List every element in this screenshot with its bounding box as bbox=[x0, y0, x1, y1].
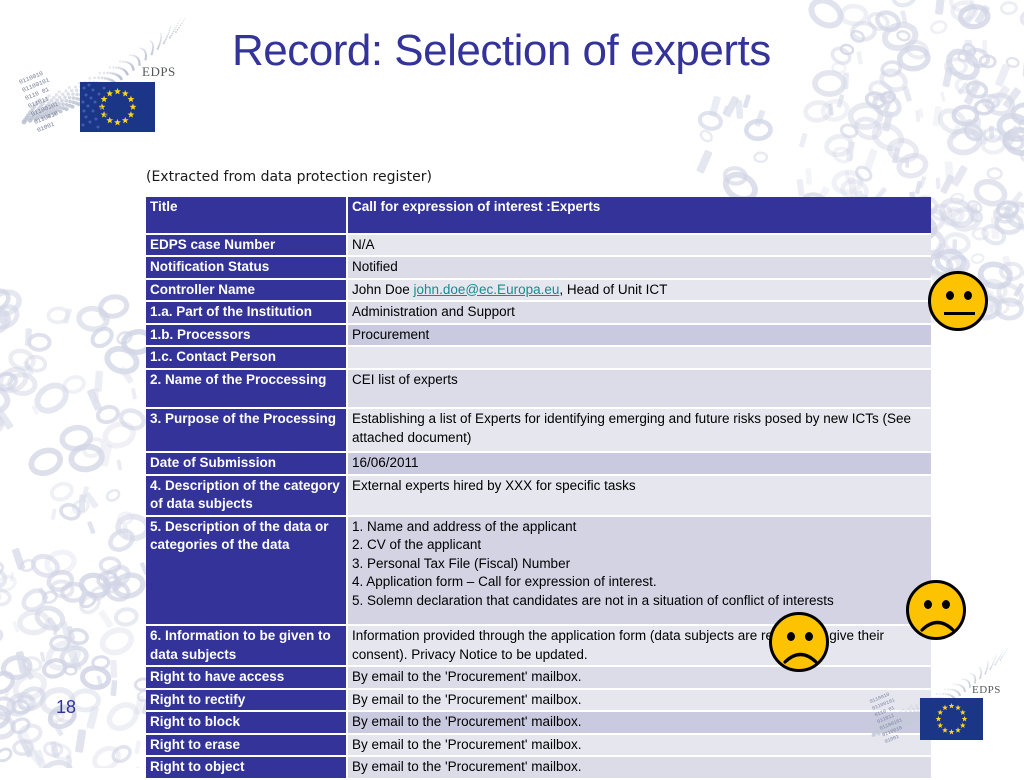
table-row: Notification Status Notified bbox=[146, 256, 931, 280]
table-row: Title Call for expression of interest :Ex… bbox=[146, 197, 931, 235]
edps-wordmark-top: EDPS bbox=[142, 64, 176, 79]
sad-face-left-eye-1 bbox=[787, 632, 795, 641]
row-label: Right to erase bbox=[146, 733, 348, 757]
row-label: 2. Name of the Proccessing bbox=[146, 368, 348, 409]
sad-face-mouth-2 bbox=[920, 620, 955, 632]
row-label: Right to rectify bbox=[146, 688, 348, 712]
row-value: N/A bbox=[347, 233, 931, 257]
page-number: 18 bbox=[56, 697, 77, 717]
table-row: 1.c. Contact Person bbox=[146, 346, 931, 370]
table-row: 1.b. Processors Procurement bbox=[146, 323, 931, 347]
record-table: Title Call for expression of interest :Ex… bbox=[146, 197, 931, 780]
row-value: By email to the 'Procurement' mailbox. bbox=[347, 666, 931, 690]
row-label: EDPS case Number bbox=[146, 233, 348, 257]
neutral-face-icon bbox=[928, 271, 988, 331]
value-line: 1. Name and address of the applicant bbox=[352, 518, 577, 534]
value-line: 5. Solemn declaration that candidates ar… bbox=[352, 592, 834, 608]
row-value: John Doe john.doe@ec.Europa.eu, Head of … bbox=[347, 278, 931, 302]
row-label: 6. Information to be given to data subje… bbox=[146, 625, 348, 667]
eu-flag-top bbox=[80, 82, 155, 132]
row-value: 16/06/2011 bbox=[347, 452, 931, 476]
page-title: Record: Selection of experts bbox=[232, 26, 771, 75]
table-row: Right to block By email to the 'Procureme… bbox=[146, 711, 931, 735]
row-label: Right to object bbox=[146, 756, 348, 780]
row-label: 1.a. Part of the Institution bbox=[146, 301, 348, 325]
row-value: Establishing a list of Experts for ident… bbox=[347, 408, 931, 453]
row-value bbox=[347, 346, 931, 370]
row-label: 1.c. Contact Person bbox=[146, 346, 348, 370]
eu-flag-bottom bbox=[920, 698, 983, 740]
table-row: EDPS case Number N/A bbox=[146, 233, 931, 257]
row-value: Procurement bbox=[347, 323, 931, 347]
subtitle-extracted-from: (Extracted from data protection register… bbox=[146, 169, 432, 185]
table-row: Controller Name John Doe john.doe@ec.Euro… bbox=[146, 278, 931, 302]
neutral-face-left-eye bbox=[946, 291, 954, 300]
row-label: Right to block bbox=[146, 711, 348, 735]
row-value: Call for expression of interest :Experts bbox=[347, 197, 931, 235]
value-line: 4. Application form – Call for expressio… bbox=[352, 574, 657, 589]
row-value: Information provided through the applica… bbox=[347, 625, 931, 667]
row-label: Notification Status bbox=[146, 256, 348, 280]
row-value: Notified bbox=[347, 256, 931, 280]
edps-wordmark-bottom: EDPS bbox=[972, 684, 1001, 696]
table-row: Right to rectify By email to the 'Procure… bbox=[146, 688, 931, 712]
row-value: By email to the 'Procurement' mailbox. bbox=[347, 711, 931, 735]
table-row: 5. Description of the data or categories… bbox=[146, 515, 931, 626]
row-label: 1.b. Processors bbox=[146, 323, 348, 347]
value-line-list: 1. Name and address of the applicant 2. C… bbox=[352, 518, 928, 611]
table-row: Right to have access By email to the 'Pro… bbox=[146, 666, 931, 690]
sad-face-mouth-1 bbox=[783, 652, 818, 664]
sad-face-left-eye-2 bbox=[924, 600, 932, 609]
row-label: Date of Submission bbox=[146, 452, 348, 476]
edps-logo-bottom: 0110010 01100101 0110 01 011011 01100101 0110… bbox=[862, 638, 1012, 750]
value-line: 2. CV of the applicant bbox=[352, 537, 482, 552]
table-row: 4. Description of the category of data s… bbox=[146, 474, 931, 517]
sad-face-icon-left bbox=[769, 612, 829, 672]
controller-email-link[interactable]: john.doe@ec.Europa.eu bbox=[414, 282, 560, 297]
row-value: By email to the 'Procurement' mailbox. bbox=[347, 756, 931, 780]
row-label: Title bbox=[146, 197, 348, 235]
table-row: 3. Purpose of the Processing Establishing… bbox=[146, 408, 931, 453]
neutral-face-mouth bbox=[944, 312, 975, 315]
table-row: 1.a. Part of the Institution Administrati… bbox=[146, 301, 931, 325]
table-row: Date of Submission 16/06/2011 bbox=[146, 452, 931, 476]
table-row: Right to object By email to the 'Procurem… bbox=[146, 756, 931, 780]
table-row: Right to erase By email to the 'Procureme… bbox=[146, 733, 931, 757]
value-line: 3. Personal Tax File (Fiscal) Number bbox=[352, 555, 571, 571]
row-value: CEI list of experts bbox=[347, 368, 931, 409]
sad-face-right-eye-2 bbox=[942, 600, 950, 609]
row-value: By email to the 'Procurement' mailbox. bbox=[347, 688, 931, 712]
neutral-face-right-eye bbox=[964, 291, 972, 300]
row-label: 3. Purpose of the Processing bbox=[146, 408, 348, 453]
row-value: External experts hired by XXX for specif… bbox=[347, 474, 931, 517]
row-label: Right to have access bbox=[146, 666, 348, 690]
row-label: 5. Description of the data or categories… bbox=[146, 515, 348, 626]
row-value: Administration and Support bbox=[347, 301, 931, 325]
row-value: 1. Name and address of the applicant 2. C… bbox=[347, 515, 931, 626]
sad-face-icon-right bbox=[906, 580, 966, 640]
row-value: By email to the 'Procurement' mailbox. bbox=[347, 733, 931, 757]
sad-face-right-eye-1 bbox=[805, 632, 813, 641]
row-label: Controller Name bbox=[146, 278, 348, 302]
table-row: 2. Name of the Proccessing CEI list of ex… bbox=[146, 368, 931, 409]
row-label: 4. Description of the category of data s… bbox=[146, 474, 348, 517]
edps-logo-top: 0110010 01100101 0110 01 011011 01100101 0110… bbox=[10, 8, 190, 138]
